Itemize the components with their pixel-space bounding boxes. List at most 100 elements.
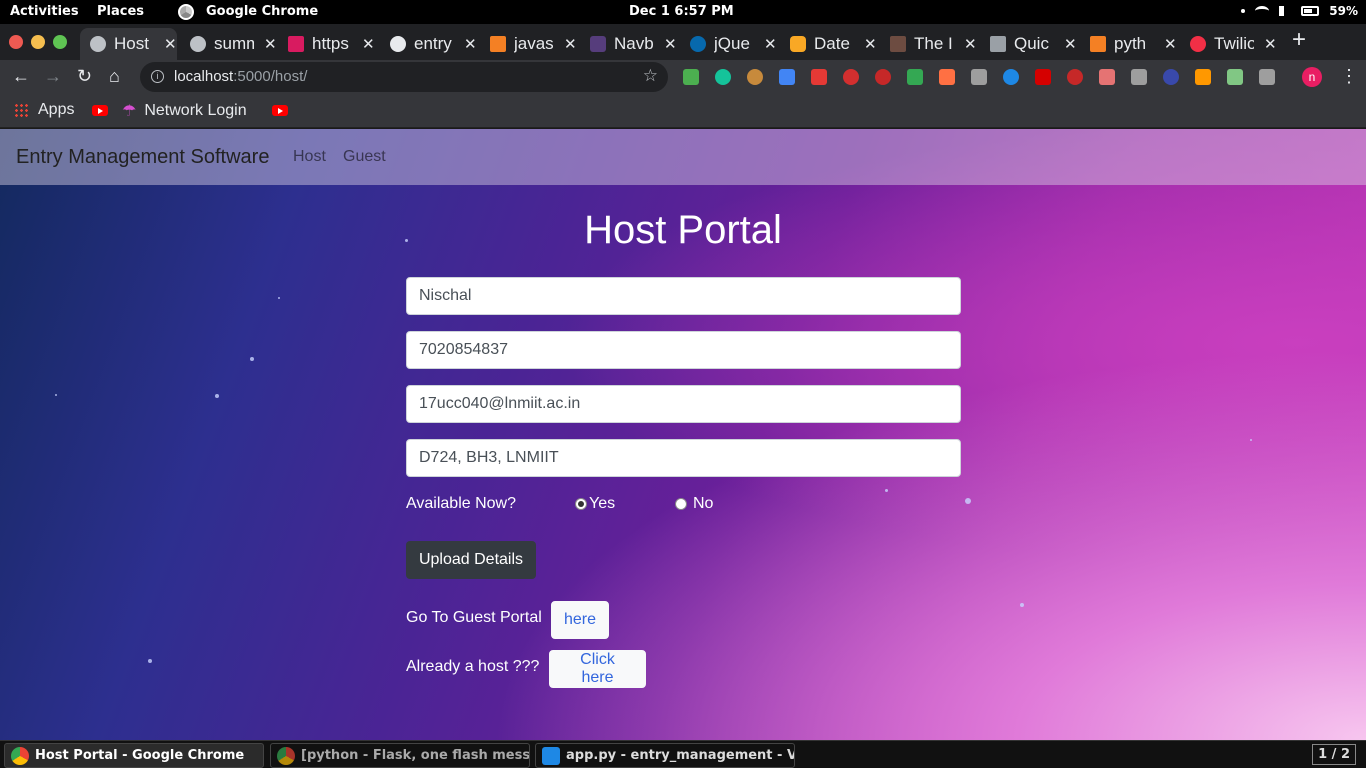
tab-title: Navb xyxy=(614,34,654,53)
video-icon[interactable] xyxy=(1099,69,1115,85)
phone-field[interactable] xyxy=(406,331,961,369)
radio-checked-icon[interactable] xyxy=(575,498,587,510)
already-host-button[interactable]: Click here xyxy=(549,650,646,688)
close-window-icon[interactable] xyxy=(9,35,23,49)
system-top-bar: Activities Places Google Chrome Dec 1 6:… xyxy=(0,0,1366,24)
extension-red-icon[interactable] xyxy=(811,69,827,85)
globe-icon xyxy=(90,36,106,52)
forward-icon[interactable]: → xyxy=(44,66,62,87)
grammarly-icon[interactable] xyxy=(715,69,731,85)
tab-title: Twilio xyxy=(1214,34,1254,53)
tab-strip: Host Portal ✕ summ ✕ https ✕ entry ✕ jav… xyxy=(0,24,1366,60)
adblock-plus-icon[interactable] xyxy=(1067,69,1083,85)
background-star xyxy=(1250,439,1252,441)
taskbar-item-chrome-python[interactable]: [python - Flask, one flash messag... xyxy=(270,743,530,768)
tab-the[interactable]: The I ✕ xyxy=(880,28,977,60)
email-field[interactable] xyxy=(406,385,961,423)
tab-host-portal[interactable]: Host Portal ✕ xyxy=(80,28,177,60)
home-icon[interactable]: ⌂ xyxy=(109,66,120,87)
profile-avatar[interactable]: n xyxy=(1302,67,1322,87)
network-icon[interactable] xyxy=(1163,69,1179,85)
translate-icon[interactable] xyxy=(779,69,795,85)
name-field[interactable] xyxy=(406,277,961,315)
guest-portal-here-button[interactable]: here xyxy=(551,601,609,639)
already-host-label: Already a host ??? xyxy=(406,658,540,675)
tab-javas[interactable]: javas ✕ xyxy=(480,28,577,60)
tab-navb[interactable]: Navb ✕ xyxy=(580,28,677,60)
app-menu[interactable]: Google Chrome xyxy=(206,4,318,19)
close-tab-icon[interactable]: ✕ xyxy=(1064,35,1077,53)
site-info-icon[interactable]: i xyxy=(151,70,164,83)
bulb-icon[interactable] xyxy=(971,69,987,85)
address-field[interactable] xyxy=(406,439,961,477)
cookie-icon[interactable] xyxy=(747,69,763,85)
notification-dot-icon xyxy=(1241,9,1246,13)
bookmark-star-icon[interactable]: ☆ xyxy=(643,66,658,86)
close-tab-icon[interactable]: ✕ xyxy=(464,35,477,53)
close-tab-icon[interactable]: ✕ xyxy=(764,35,777,53)
tab-twilio[interactable]: Twilio ✕ xyxy=(1180,28,1277,60)
shield-ext-icon[interactable] xyxy=(1259,69,1275,85)
available-yes-radio[interactable]: Yes xyxy=(575,495,615,513)
tab-title: Date xyxy=(814,34,850,53)
radio-unchecked-icon[interactable] xyxy=(675,498,687,510)
chrome-app-icon xyxy=(178,4,194,20)
close-tab-icon[interactable]: ✕ xyxy=(664,35,677,53)
tab-summ[interactable]: summ ✕ xyxy=(180,28,277,60)
back-icon[interactable]: ← xyxy=(12,66,30,87)
tab-jque[interactable]: jQue ✕ xyxy=(680,28,777,60)
bookmark-red-icon[interactable] xyxy=(1035,69,1051,85)
bookmark-network-login[interactable]: ☂ Network Login xyxy=(122,101,247,121)
radio-yes-label: Yes xyxy=(589,495,616,512)
ring-icon[interactable] xyxy=(1003,69,1019,85)
close-tab-icon[interactable]: ✕ xyxy=(1264,35,1277,53)
blocker-icon[interactable] xyxy=(875,69,891,85)
tab-quic[interactable]: Quic ✕ xyxy=(980,28,1077,60)
close-tab-icon[interactable]: ✕ xyxy=(264,35,277,53)
nav-link-host[interactable]: Host xyxy=(293,148,326,166)
bookmark-youtube-1[interactable] xyxy=(92,105,108,116)
workspace-pager[interactable]: 1 / 2 xyxy=(1312,744,1356,765)
sheet-icon[interactable] xyxy=(1227,69,1243,85)
close-tab-icon[interactable]: ✕ xyxy=(964,35,977,53)
chrome-menu-icon[interactable]: ⋮ xyxy=(1340,66,1358,87)
available-no-radio[interactable]: No xyxy=(675,495,713,513)
yab-icon[interactable] xyxy=(843,69,859,85)
extension-orange-icon[interactable] xyxy=(939,69,955,85)
taskbar-item-chrome[interactable]: Host Portal - Google Chrome xyxy=(4,743,264,768)
youtube-icon xyxy=(272,105,288,116)
extension-mail-icon[interactable] xyxy=(683,69,699,85)
places-menu[interactable]: Places xyxy=(97,4,144,19)
system-tray[interactable]: 59% xyxy=(1241,4,1358,18)
upload-details-button[interactable]: Upload Details xyxy=(406,541,536,579)
clock[interactable]: Dec 1 6:57 PM xyxy=(629,4,734,19)
close-tab-icon[interactable]: ✕ xyxy=(864,35,877,53)
address-bar[interactable]: i localhost:5000/host/ ☆ xyxy=(140,62,668,92)
activities-button[interactable]: Activities xyxy=(10,4,79,19)
close-tab-icon[interactable]: ✕ xyxy=(362,35,375,53)
tab-date[interactable]: Date ✕ xyxy=(780,28,877,60)
browser-toolbar: ← → ↻ ⌂ i localhost:5000/host/ ☆ n ⋮ xyxy=(0,60,1366,94)
tab-entry[interactable]: entry ✕ xyxy=(380,28,477,60)
bookmark-label: Apps xyxy=(38,101,75,118)
chat-icon[interactable] xyxy=(1131,69,1147,85)
taskbar-item-vscode[interactable]: app.py - entry_management - Vis... xyxy=(535,743,795,768)
bookmark-apps[interactable]: Apps xyxy=(14,101,74,119)
navbar-brand[interactable]: Entry Management Software xyxy=(16,146,269,169)
maximize-window-icon[interactable] xyxy=(53,35,67,49)
tab-pyth[interactable]: pyth ✕ xyxy=(1080,28,1177,60)
minimize-window-icon[interactable] xyxy=(31,35,45,49)
page-title: Host Portal xyxy=(584,208,782,252)
bookmark-youtube-2[interactable] xyxy=(272,105,288,116)
extension-flame-icon[interactable] xyxy=(1195,69,1211,85)
taskbar: Host Portal - Google Chrome [python - Fl… xyxy=(0,740,1366,768)
reload-icon[interactable]: ↻ xyxy=(77,66,92,87)
color-grid-icon[interactable] xyxy=(907,69,923,85)
twilio-icon xyxy=(1190,36,1206,52)
close-tab-icon[interactable]: ✕ xyxy=(164,35,177,53)
nav-link-guest[interactable]: Guest xyxy=(343,148,386,166)
close-tab-icon[interactable]: ✕ xyxy=(1164,35,1177,53)
close-tab-icon[interactable]: ✕ xyxy=(564,35,577,53)
new-tab-icon[interactable]: + xyxy=(1292,28,1306,52)
tab-https[interactable]: https ✕ xyxy=(278,28,375,60)
